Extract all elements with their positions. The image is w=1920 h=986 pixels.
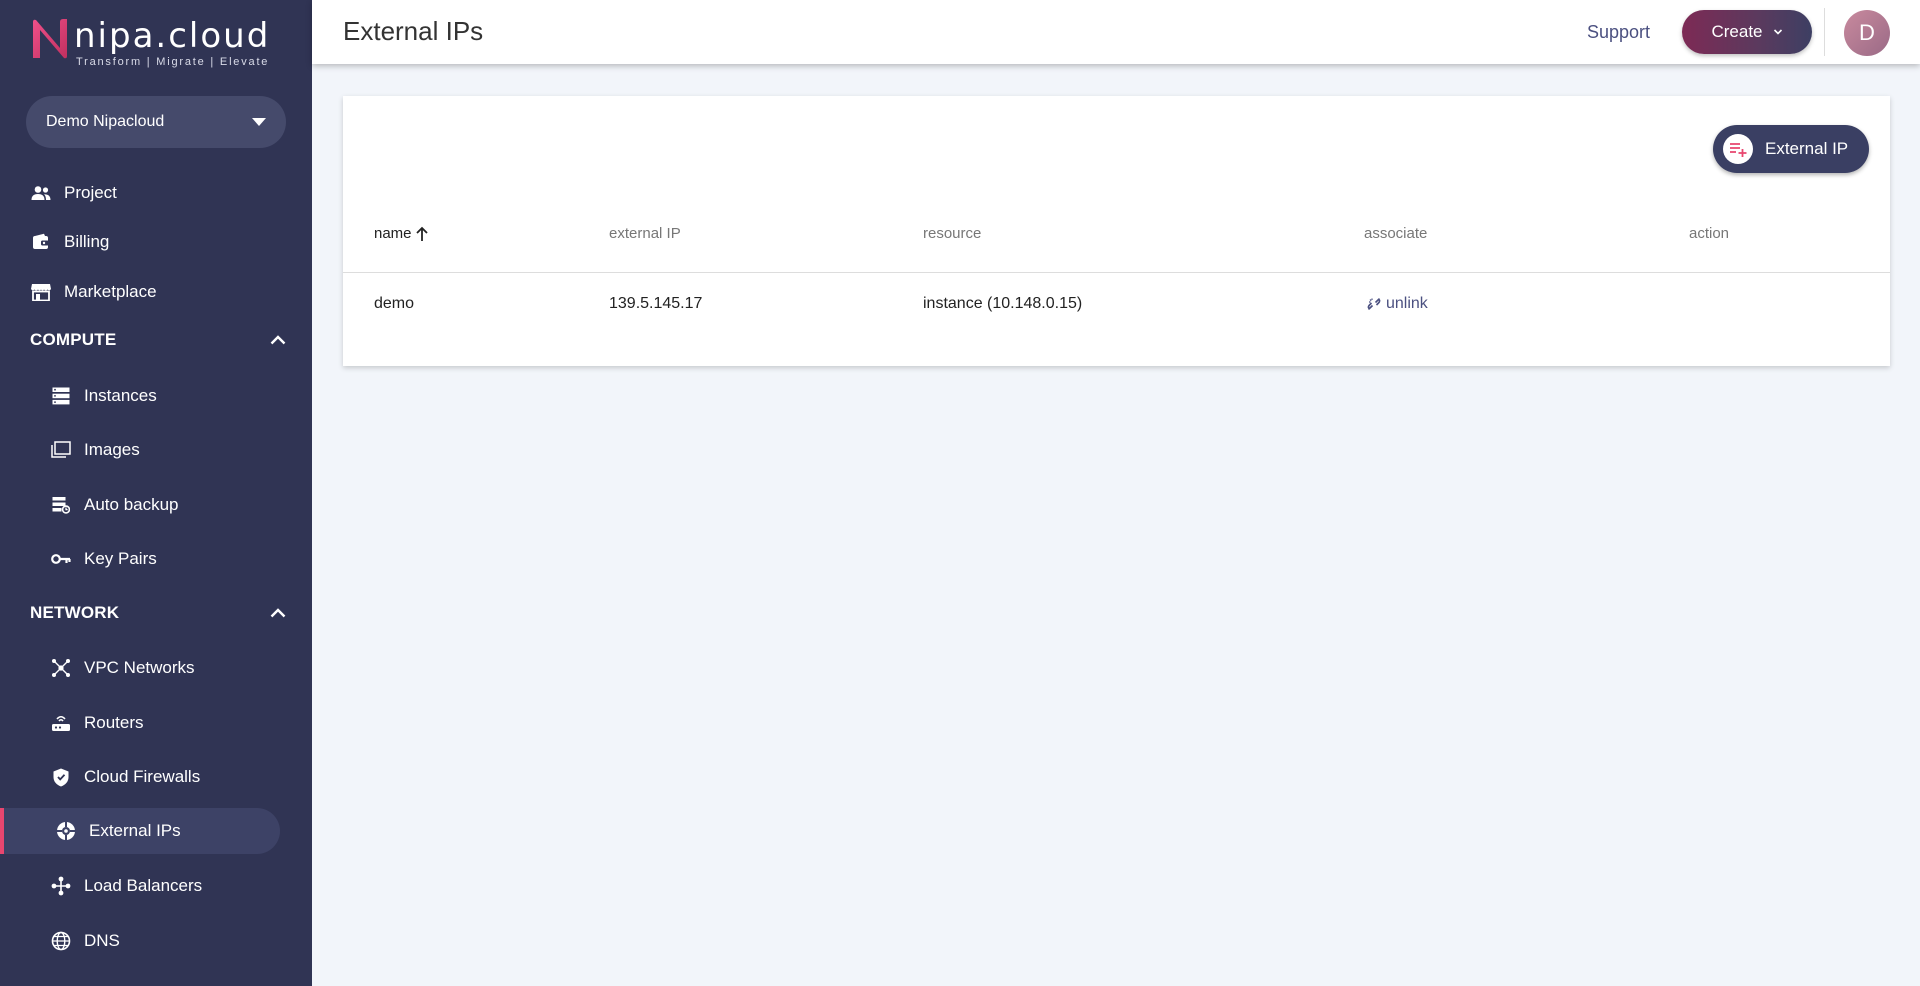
column-header-label: name — [374, 225, 412, 242]
backup-icon — [50, 494, 72, 516]
sort-ascending-arrow-icon — [415, 226, 428, 241]
column-header-external-ip: external IP — [609, 225, 681, 242]
sidebar-item-label: Marketplace — [64, 282, 157, 301]
sidebar-item-vpc-networks[interactable]: VPC Networks — [0, 645, 312, 691]
sidebar-item-images[interactable]: Images — [0, 427, 312, 473]
nipacloud-logo[interactable]: nipa.cloud Transform | Migrate | Elevate — [30, 18, 270, 72]
add-list-icon — [1723, 134, 1753, 164]
unlink-button[interactable]: unlink — [1366, 295, 1428, 313]
sidebar-item-label: Auto backup — [84, 495, 179, 514]
user-avatar[interactable]: D — [1844, 10, 1890, 56]
chevron-up-icon — [270, 608, 286, 618]
column-header-associate: associate — [1364, 225, 1428, 242]
globe-ip-icon — [55, 820, 77, 842]
server-stack-icon — [50, 385, 72, 407]
create-button-label: Create — [1711, 22, 1763, 41]
globe-icon — [50, 930, 72, 952]
unlink-label: unlink — [1386, 295, 1428, 312]
top-header: External IPs Support Create D — [312, 0, 1920, 64]
page-title: External IPs — [343, 16, 484, 46]
project-select-value: Demo Nipacloud — [46, 113, 165, 130]
sidebar: nipa.cloud Transform | Migrate | Elevate… — [0, 0, 312, 986]
external-ips-card: External IP name external IP resource as… — [343, 96, 1890, 366]
store-icon — [30, 281, 52, 303]
sidebar-item-label: DNS — [84, 931, 120, 950]
sidebar-item-auto-backup[interactable]: Auto backup — [0, 482, 312, 528]
sidebar-item-marketplace[interactable]: Marketplace — [0, 269, 312, 315]
cell-external-ip: 139.5.145.17 — [609, 295, 703, 312]
sidebar-item-label: Key Pairs — [84, 549, 157, 568]
sidebar-item-billing[interactable]: Billing — [0, 219, 312, 265]
shield-icon — [50, 766, 72, 788]
sidebar-item-label: Instances — [84, 386, 157, 405]
column-header-resource: resource — [923, 225, 982, 242]
logo-n-mark — [33, 19, 67, 59]
sidebar-item-label: Project — [64, 183, 117, 202]
caret-down-icon — [252, 118, 266, 126]
sidebar-item-key-pairs[interactable]: Key Pairs — [0, 536, 312, 582]
key-icon — [50, 548, 72, 570]
sidebar-item-label: External IPs — [89, 821, 181, 840]
router-icon — [50, 712, 72, 734]
sidebar-item-project[interactable]: Project — [0, 170, 312, 216]
project-select[interactable]: Demo Nipacloud — [26, 96, 286, 148]
sidebar-item-label: Cloud Firewalls — [84, 767, 201, 786]
chevron-down-icon — [1773, 29, 1782, 35]
sidebar-item-label: Images — [84, 440, 140, 459]
sidebar-item-dns[interactable]: DNS — [0, 918, 312, 964]
section-network-toggle[interactable]: NETWORK — [30, 593, 286, 633]
sidebar-item-label: Routers — [84, 713, 144, 732]
wallet-icon — [30, 231, 52, 253]
add-external-ip-label: External IP — [1765, 139, 1849, 158]
create-button[interactable]: Create — [1682, 10, 1812, 54]
sidebar-item-load-balancers[interactable]: Load Balancers — [0, 863, 312, 909]
images-icon — [50, 439, 72, 461]
header-divider — [1824, 8, 1825, 56]
sidebar-item-label: Billing — [64, 232, 110, 251]
sidebar-item-external-ips[interactable]: External IPs — [0, 808, 280, 854]
column-header-action: action — [1689, 225, 1730, 242]
network-nodes-icon — [50, 657, 72, 679]
people-icon — [30, 182, 52, 204]
section-compute-title: COMPUTE — [30, 330, 117, 349]
add-external-ip-button[interactable]: External IP — [1713, 125, 1869, 173]
load-balancer-icon — [50, 875, 72, 897]
table-header-divider — [343, 272, 1890, 273]
cell-resource: instance (10.148.0.15) — [923, 295, 1083, 312]
sidebar-item-label: VPC Networks — [84, 658, 195, 677]
section-network-title: NETWORK — [30, 603, 120, 622]
support-link[interactable]: Support — [1587, 22, 1650, 43]
chevron-up-icon — [270, 335, 286, 345]
cell-name: demo — [374, 295, 415, 312]
logo-tagline: Transform | Migrate | Elevate — [76, 56, 270, 68]
sidebar-item-cloud-firewalls[interactable]: Cloud Firewalls — [0, 754, 312, 800]
sidebar-item-instances[interactable]: Instances — [0, 373, 312, 419]
section-compute-toggle[interactable]: COMPUTE — [30, 320, 286, 360]
sidebar-item-label: Load Balancers — [84, 876, 203, 895]
broken-link-icon — [1367, 298, 1381, 310]
sidebar-item-routers[interactable]: Routers — [0, 700, 312, 746]
logo-wordmark: nipa.cloud — [74, 16, 271, 56]
column-header-name[interactable]: name — [374, 225, 429, 242]
